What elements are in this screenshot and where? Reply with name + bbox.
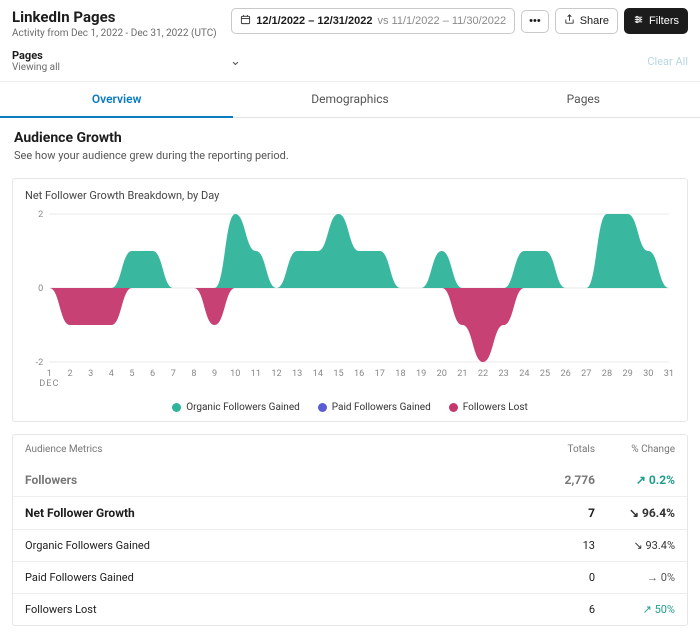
metric-change: ↘ 93.4% xyxy=(595,539,675,552)
metric-total: 2,776 xyxy=(515,473,595,487)
date-range-button[interactable]: 12/1/2022 – 12/31/2022 vs 11/1/2022 – 11… xyxy=(231,8,515,34)
svg-text:23: 23 xyxy=(499,369,509,379)
svg-text:0: 0 xyxy=(38,284,43,294)
area-chart: -202123456789101112131415161718192021222… xyxy=(25,206,675,396)
metric-total: 7 xyxy=(515,506,595,520)
metric-total: 0 xyxy=(515,571,595,584)
ellipsis-icon: ••• xyxy=(529,16,541,27)
metric-change: ↗ 50% xyxy=(595,603,675,616)
share-icon xyxy=(564,14,575,28)
svg-text:4: 4 xyxy=(109,369,114,379)
table-row: Organic Followers Gained13↘ 93.4% xyxy=(13,529,687,561)
metric-label: Net Follower Growth xyxy=(25,506,515,520)
table-row: Net Follower Growth7↘ 96.4% xyxy=(13,496,687,529)
svg-text:15: 15 xyxy=(333,369,343,379)
table-header-row: Audience Metrics Totals % Change xyxy=(13,435,687,464)
share-label: Share xyxy=(580,16,609,27)
svg-text:19: 19 xyxy=(416,369,426,379)
table-row: Paid Followers Gained0→ 0% xyxy=(13,561,687,593)
filters-icon xyxy=(633,14,644,28)
date-range-compare: vs 11/1/2022 – 11/30/2022 xyxy=(377,16,506,27)
tab-demographics[interactable]: Demographics xyxy=(233,82,466,117)
svg-text:29: 29 xyxy=(622,369,632,379)
svg-text:DEC: DEC xyxy=(39,379,59,389)
svg-text:17: 17 xyxy=(375,369,385,379)
col-totals: Totals xyxy=(515,444,595,455)
svg-text:24: 24 xyxy=(519,369,529,379)
svg-text:10: 10 xyxy=(230,369,240,379)
metric-change: ↗ 0.2% xyxy=(595,473,675,487)
filters-label: Filters xyxy=(649,16,679,27)
metric-total: 13 xyxy=(515,539,595,552)
page-title: LinkedIn Pages xyxy=(12,8,217,26)
more-button[interactable]: ••• xyxy=(521,10,549,33)
svg-text:2: 2 xyxy=(67,369,72,379)
svg-text:11: 11 xyxy=(251,369,261,379)
svg-text:1: 1 xyxy=(47,369,52,379)
svg-text:13: 13 xyxy=(292,369,302,379)
pages-selector-subtitle: Viewing all xyxy=(12,62,60,73)
tabs: Overview Demographics Pages xyxy=(0,81,700,118)
svg-text:26: 26 xyxy=(561,369,571,379)
table-row: Followers2,776↗ 0.2% xyxy=(13,464,687,496)
legend-item-paid: Paid Followers Gained xyxy=(318,402,431,413)
svg-text:22: 22 xyxy=(478,369,488,379)
svg-text:27: 27 xyxy=(581,369,591,379)
share-button[interactable]: Share xyxy=(555,8,618,34)
metric-label: Organic Followers Gained xyxy=(25,539,515,552)
svg-text:30: 30 xyxy=(643,369,653,379)
pages-selector[interactable]: Pages Viewing all ⌄ xyxy=(12,49,241,73)
svg-text:16: 16 xyxy=(354,369,364,379)
section-desc: See how your audience grew during the re… xyxy=(14,149,686,162)
filters-button[interactable]: Filters xyxy=(624,8,688,34)
metric-total: 6 xyxy=(515,603,595,616)
metrics-table: Audience Metrics Totals % Change Followe… xyxy=(12,434,688,626)
svg-text:18: 18 xyxy=(395,369,405,379)
section-title: Audience Growth xyxy=(14,130,686,146)
table-row: Followers Lost6↗ 50% xyxy=(13,593,687,625)
page-subtitle: Activity from Dec 1, 2022 - Dec 31, 2022… xyxy=(12,28,217,39)
page-header: LinkedIn Pages Activity from Dec 1, 2022… xyxy=(0,0,700,43)
svg-text:25: 25 xyxy=(540,369,550,379)
date-range-main: 12/1/2022 – 12/31/2022 xyxy=(256,16,372,27)
svg-text:21: 21 xyxy=(457,369,467,379)
svg-text:6: 6 xyxy=(150,369,155,379)
chart-legend: Organic Followers Gained Paid Followers … xyxy=(25,402,675,413)
metric-change: ↘ 96.4% xyxy=(595,506,675,520)
metric-label: Followers Lost xyxy=(25,603,515,616)
calendar-icon xyxy=(240,14,251,28)
svg-text:7: 7 xyxy=(171,369,176,379)
svg-text:-2: -2 xyxy=(36,358,44,368)
svg-text:2: 2 xyxy=(38,210,43,220)
chevron-down-icon: ⌄ xyxy=(230,54,241,69)
tab-overview[interactable]: Overview xyxy=(0,82,233,118)
chart-title: Net Follower Growth Breakdown, by Day xyxy=(25,189,675,202)
clear-all-link[interactable]: Clear All xyxy=(647,55,688,68)
legend-item-lost: Followers Lost xyxy=(449,402,528,413)
metric-label: Followers xyxy=(25,473,515,487)
svg-text:8: 8 xyxy=(191,369,196,379)
svg-text:14: 14 xyxy=(313,369,323,379)
pages-selector-title: Pages xyxy=(12,49,60,62)
svg-text:3: 3 xyxy=(88,369,93,379)
legend-item-organic: Organic Followers Gained xyxy=(172,402,300,413)
svg-text:9: 9 xyxy=(212,369,217,379)
svg-text:5: 5 xyxy=(129,369,134,379)
col-change: % Change xyxy=(595,444,675,455)
svg-text:12: 12 xyxy=(271,369,281,379)
svg-text:28: 28 xyxy=(602,369,612,379)
svg-text:20: 20 xyxy=(437,369,447,379)
svg-text:31: 31 xyxy=(664,369,674,379)
chart-card: Net Follower Growth Breakdown, by Day -2… xyxy=(12,178,688,422)
col-metric: Audience Metrics xyxy=(25,444,515,455)
metric-change: → 0% xyxy=(595,571,675,584)
tab-pages[interactable]: Pages xyxy=(467,82,700,117)
metric-label: Paid Followers Gained xyxy=(25,571,515,584)
